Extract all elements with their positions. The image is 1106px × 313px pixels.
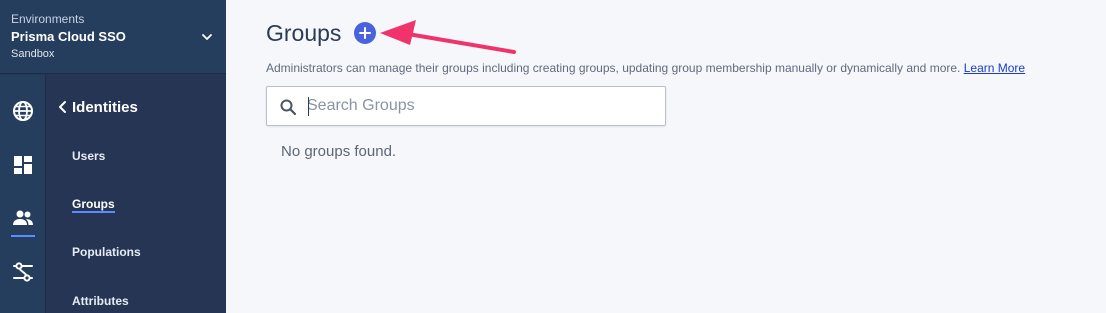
chevron-down-icon[interactable]	[199, 29, 215, 45]
add-group-button[interactable]	[354, 22, 376, 44]
main-content: Groups Administrators can manage their g…	[226, 0, 1106, 313]
dashboard-icon[interactable]	[11, 153, 35, 177]
identities-nav: Identities Users Groups Populations Attr…	[47, 75, 226, 313]
search-box[interactable]	[266, 86, 666, 126]
description-text: Administrators can manage their groups i…	[266, 61, 961, 75]
sidebar-item-groups[interactable]: Groups	[72, 197, 115, 211]
search-icon	[280, 99, 297, 116]
empty-state-message: No groups found.	[281, 143, 397, 160]
environment-type: Sandbox	[11, 48, 55, 60]
sidebar-item-users[interactable]: Users	[72, 149, 105, 163]
icon-rail	[0, 75, 46, 313]
sidebar: Environments Prisma Cloud SSO Sandbox Id…	[0, 0, 226, 313]
nav-title[interactable]: Identities	[72, 99, 138, 116]
users-icon[interactable]	[11, 206, 35, 230]
connections-icon[interactable]	[11, 260, 35, 284]
sidebar-item-populations[interactable]: Populations	[72, 245, 141, 259]
chevron-left-icon[interactable]	[57, 99, 69, 115]
environment-selector[interactable]: Environments Prisma Cloud SSO Sandbox	[0, 0, 226, 74]
globe-icon[interactable]	[11, 99, 35, 123]
active-nav-indicator	[72, 211, 115, 213]
search-input[interactable]	[307, 95, 657, 117]
environment-name: Prisma Cloud SSO	[11, 29, 126, 44]
page-title: Groups	[266, 20, 342, 46]
sidebar-item-attributes[interactable]: Attributes	[72, 294, 129, 308]
page-description: Administrators can manage their groups i…	[266, 61, 1025, 75]
text-caret	[308, 97, 309, 116]
learn-more-link[interactable]: Learn More	[964, 61, 1025, 75]
annotation-arrow	[380, 20, 516, 54]
active-rail-indicator	[11, 235, 35, 237]
environment-caption: Environments	[11, 12, 85, 26]
plus-icon	[359, 27, 371, 39]
